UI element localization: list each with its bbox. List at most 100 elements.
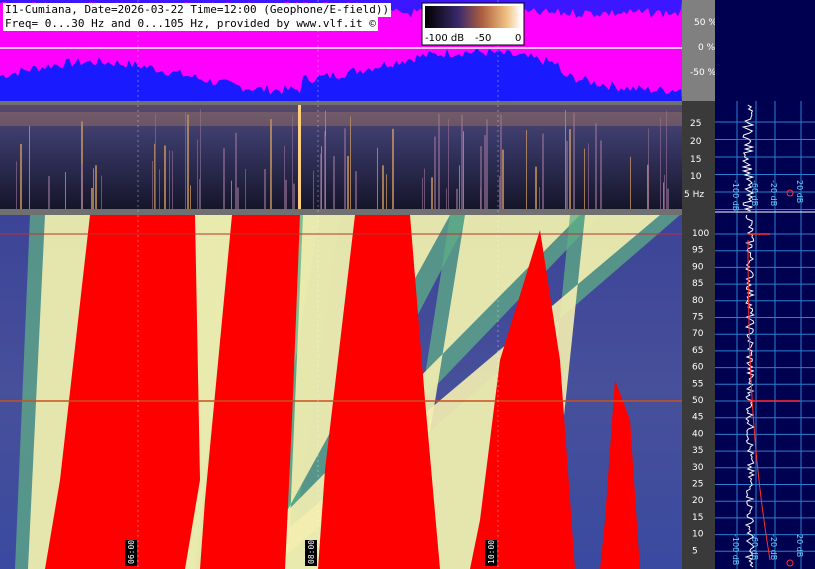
header-frequency-line: Freq= 0...30 Hz and 0...105 Hz, provided… — [3, 17, 378, 31]
low-event-streak — [431, 177, 433, 209]
low-event-streak — [29, 126, 30, 209]
side-lower-label-4: 20 dB — [795, 534, 804, 557]
low-event-streak — [535, 166, 537, 209]
low-event-streak — [461, 114, 463, 209]
low-event-streak — [172, 151, 173, 209]
low-event-streak — [91, 187, 93, 209]
low-event-streak — [65, 172, 66, 209]
low-event-streak — [630, 156, 631, 209]
low-event-streak — [386, 174, 387, 209]
low-event-streak — [169, 150, 170, 209]
high-tick-label: 5 — [692, 546, 698, 556]
high-tick-label: 80 — [692, 296, 704, 306]
high-tick-label: 55 — [692, 379, 703, 389]
low-event-streak — [566, 140, 568, 209]
low-event-streak — [325, 136, 326, 209]
low-event-streak — [271, 167, 272, 209]
low-event-streak — [293, 183, 295, 209]
low-event-streak — [456, 188, 458, 209]
high-tick-label: 20 — [692, 496, 704, 506]
low-event-streak — [350, 116, 351, 209]
low-event-streak — [48, 176, 50, 209]
side-upper-label-3: -20 dB — [769, 180, 778, 206]
low-event-streak — [344, 128, 346, 209]
low-tick-5: 5 Hz — [684, 190, 704, 200]
low-event-streak — [185, 112, 186, 209]
colorbar-mid-label: -50 — [475, 33, 491, 44]
high-tick-label: 10 — [692, 530, 704, 540]
spectrogram-canvas: 50 % 0 % -50 % 25 20 15 10 5 Hz 10095908… — [0, 0, 815, 569]
high-tick-label: 50 — [692, 396, 704, 406]
low-event-streak — [588, 143, 589, 209]
low-bright-event — [298, 105, 301, 209]
low-event-streak — [569, 129, 571, 209]
low-event-streak — [245, 168, 246, 209]
side-lower-label-2: -60 dB — [750, 534, 759, 560]
low-event-streak — [347, 155, 349, 209]
high-tick-label: 45 — [692, 413, 703, 423]
low-event-streak — [392, 128, 394, 209]
high-tick-label: 40 — [692, 429, 704, 439]
low-event-streak — [20, 143, 22, 209]
low-event-streak — [382, 165, 384, 209]
low-event-streak — [663, 182, 664, 209]
low-event-streak — [231, 180, 232, 209]
low-event-streak — [16, 161, 17, 209]
high-tick-label: 65 — [692, 346, 703, 356]
low-event-streak — [422, 177, 423, 209]
high-tick-label: 30 — [692, 463, 704, 473]
amp-tick-minus50: -50 % — [690, 68, 717, 78]
low-frequency-spectrogram: 25 20 15 10 5 Hz — [0, 101, 715, 215]
low-event-streak — [500, 114, 502, 209]
low-tick-25: 25 — [690, 119, 701, 129]
low-event-streak — [81, 164, 83, 209]
low-event-streak — [595, 123, 597, 209]
low-event-streak — [647, 188, 648, 209]
high-tick-label: 60 — [692, 363, 704, 373]
low-event-streak — [197, 139, 198, 209]
low-event-streak — [264, 169, 266, 209]
low-event-streak — [448, 119, 449, 209]
low-event-streak — [667, 188, 669, 209]
amp-tick-0: 0 % — [698, 43, 716, 53]
low-event-streak — [159, 169, 160, 209]
low-event-streak — [463, 131, 464, 209]
side-top-blank — [715, 0, 815, 101]
high-frequency-spectrogram: 100 95 90 85 80 75 70 65 60 55 50 45 40 35 30 25 20 15 10 5 — [0, 215, 715, 569]
high-tick-label: 75 — [692, 313, 703, 323]
time-label-1000: 10:00 — [487, 540, 496, 564]
high-tick-label: 15 — [692, 513, 703, 523]
low-event-streak — [355, 171, 357, 209]
low-event-streak — [187, 114, 189, 209]
low-event-streak — [292, 115, 293, 209]
colorbar: -100 dB -50 0 — [421, 2, 525, 46]
low-event-streak — [320, 153, 321, 209]
high-tick-label: 95 — [692, 246, 703, 256]
side-upper-label-2: -60 dB — [750, 180, 759, 206]
high-tick-label: 35 — [692, 446, 703, 456]
side-lower-label-3: -20 dB — [769, 534, 778, 560]
low-event-streak — [284, 145, 285, 209]
low-event-streak — [486, 119, 488, 209]
low-event-streak — [526, 130, 527, 209]
low-event-streak — [660, 117, 661, 209]
colorbar-max-label: 0 — [515, 33, 521, 44]
side-lower-label-1: -100 dB — [731, 534, 740, 565]
low-event-streak — [480, 146, 482, 209]
colorbar-min-label: -100 dB — [425, 33, 464, 44]
high-tick-label: 70 — [692, 329, 704, 339]
low-event-streak — [459, 165, 460, 209]
low-event-streak — [648, 128, 649, 209]
colorbar-gradient — [425, 6, 521, 28]
high-tick-label: 100 — [692, 229, 709, 239]
separator-bottom — [0, 209, 682, 215]
low-event-streak — [502, 149, 504, 209]
low-event-streak — [95, 165, 97, 209]
side-upper-label-1: -100 dB — [731, 180, 740, 211]
side-spectrum-panel: -100 dB -60 dB -20 dB 20 dB -100 dB -60 … — [715, 0, 815, 569]
low-event-streak — [223, 148, 225, 209]
low-band-top — [0, 112, 682, 126]
low-event-streak — [434, 136, 436, 209]
low-event-streak — [164, 145, 166, 209]
low-tick-15: 15 — [690, 155, 701, 165]
